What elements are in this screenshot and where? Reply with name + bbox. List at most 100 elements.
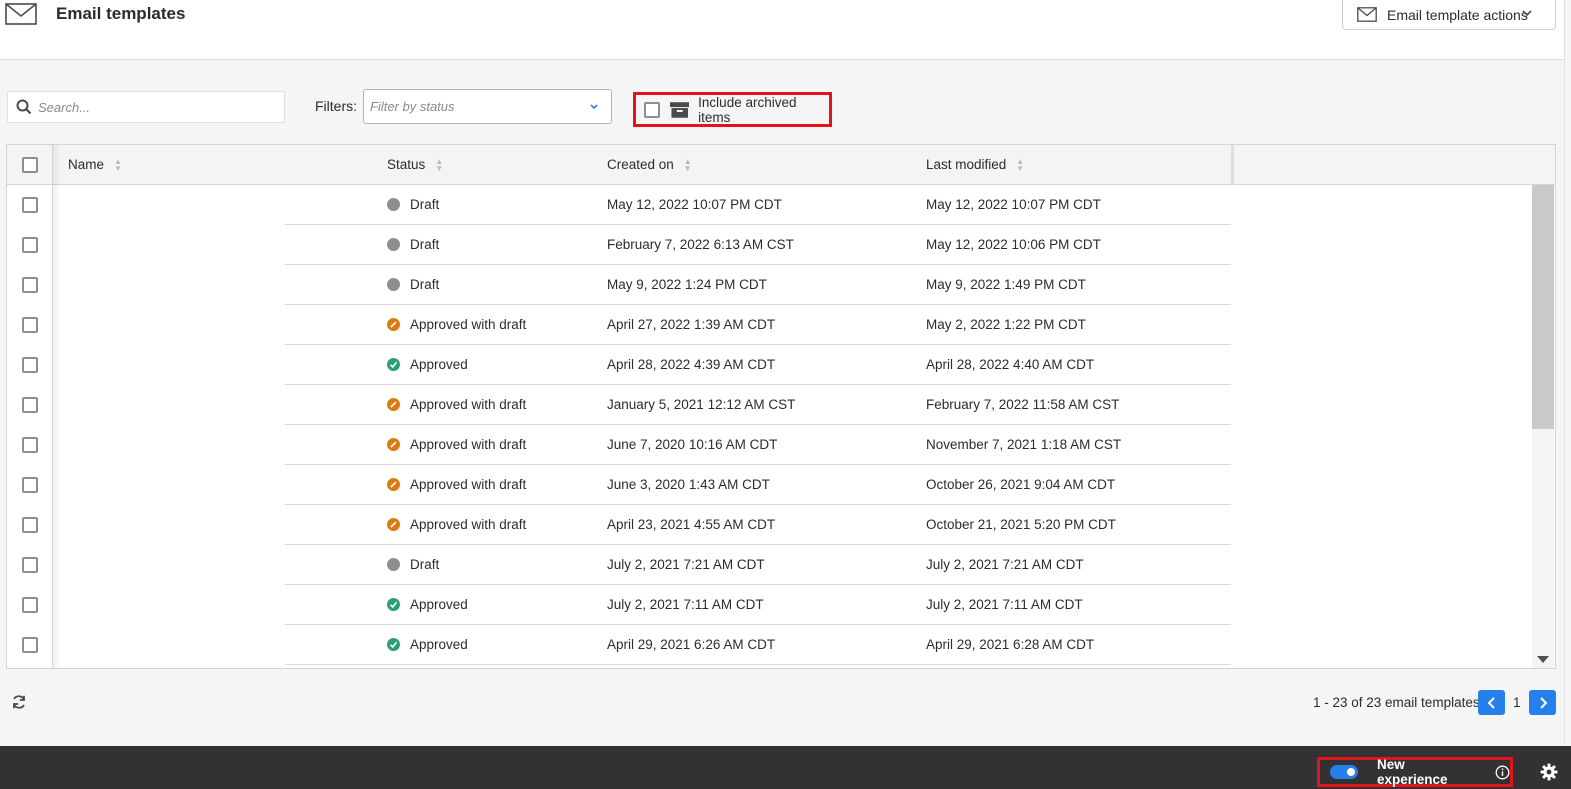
column-header-last-modified[interactable]: Last modified ▲ ▼ xyxy=(926,157,1024,172)
column-resize-handle[interactable] xyxy=(1231,145,1234,185)
column-header-created-on[interactable]: Created on ▲ ▼ xyxy=(607,157,692,172)
status-approved-check-icon xyxy=(387,358,400,371)
status-approved-with-draft-pencil-icon xyxy=(387,438,400,451)
page-title: Email templates xyxy=(56,4,186,23)
refresh-icon[interactable] xyxy=(11,694,27,710)
table-row[interactable]: Approved July 2, 2021 7:11 AM CDT July 2, … xyxy=(7,585,1532,625)
status-approved-with-draft-pencil-icon xyxy=(387,398,400,411)
status-draft-icon xyxy=(387,238,400,251)
status-cell: Draft xyxy=(387,277,439,292)
previous-page-button[interactable] xyxy=(1478,690,1505,715)
status-label: Approved xyxy=(410,357,468,372)
created-on-cell: April 23, 2021 4:55 AM CDT xyxy=(607,517,776,532)
created-on-cell: May 9, 2022 1:24 PM CDT xyxy=(607,277,767,292)
last-modified-cell: April 29, 2021 6:28 AM CDT xyxy=(926,637,1095,652)
table-row[interactable]: Approved with draft January 5, 2021 12:12… xyxy=(7,385,1532,425)
chevron-down-icon xyxy=(1522,10,1532,17)
archive-box-icon xyxy=(669,101,690,118)
table-row[interactable]: Draft May 9, 2022 1:24 PM CDT May 9, 2022 … xyxy=(7,265,1532,305)
created-on-cell: June 7, 2020 10:16 AM CDT xyxy=(607,437,778,452)
status-approved-with-draft-pencil-icon xyxy=(387,518,400,531)
search-icon xyxy=(16,99,32,115)
status-label: Approved xyxy=(410,597,468,612)
table-row[interactable]: Approved April 28, 2022 4:39 AM CDT April … xyxy=(7,345,1532,385)
gear-icon[interactable] xyxy=(1540,763,1558,781)
created-on-cell: May 12, 2022 10:07 PM CDT xyxy=(607,197,782,212)
scrollbar-thumb[interactable] xyxy=(1532,185,1554,429)
chevron-left-icon xyxy=(1487,696,1495,709)
email-templates-table: Name ▲ ▼ Status ▲ ▼ Created on ▲ ▼ Last mod… xyxy=(6,144,1556,669)
table-row[interactable]: Draft February 7, 2022 6:13 AM CST May 12,… xyxy=(7,225,1532,265)
envelope-icon xyxy=(5,3,37,25)
search-box[interactable] xyxy=(7,91,285,123)
chevron-down-icon xyxy=(590,104,598,110)
search-input[interactable] xyxy=(38,99,268,115)
status-label: Approved xyxy=(410,637,468,652)
column-header-name[interactable]: Name ▲ ▼ xyxy=(68,157,122,172)
table-row[interactable]: Approved with draft June 3, 2020 1:43 AM … xyxy=(7,465,1532,505)
sort-icon[interactable]: ▲ ▼ xyxy=(114,157,122,172)
table-row[interactable]: Approved with draft June 7, 2020 10:16 AM… xyxy=(7,425,1532,465)
last-modified-cell: October 21, 2021 5:20 PM CDT xyxy=(926,517,1116,532)
status-draft-icon xyxy=(387,558,400,571)
email-template-actions-button[interactable]: Email template actions xyxy=(1342,0,1556,30)
pagination-summary: 1 - 23 of 23 email templates xyxy=(1313,695,1480,710)
last-modified-cell: October 26, 2021 9:04 AM CDT xyxy=(926,477,1116,492)
last-modified-cell: February 7, 2022 11:58 AM CST xyxy=(926,397,1120,412)
last-modified-cell: May 9, 2022 1:49 PM CDT xyxy=(926,277,1086,292)
table-row[interactable]: Approved April 29, 2021 6:26 AM CDT April … xyxy=(7,625,1532,665)
next-page-button[interactable] xyxy=(1529,690,1556,715)
created-on-cell: April 27, 2022 1:39 AM CDT xyxy=(607,317,776,332)
status-approved-with-draft-pencil-icon xyxy=(387,318,400,331)
created-on-cell: January 5, 2021 12:12 AM CST xyxy=(607,397,796,412)
table-header: Name ▲ ▼ Status ▲ ▼ Created on ▲ ▼ Last mod… xyxy=(7,145,1555,185)
include-archived-toggle[interactable]: Include archived items xyxy=(633,92,832,127)
status-approved-check-icon xyxy=(387,598,400,611)
status-approved-check-icon xyxy=(387,638,400,651)
status-cell: Approved with draft xyxy=(387,437,526,452)
sort-icon[interactable]: ▲ ▼ xyxy=(435,157,443,172)
sort-icon[interactable]: ▲ ▼ xyxy=(684,157,692,172)
status-filter-placeholder: Filter by status xyxy=(370,99,455,114)
last-modified-cell: July 2, 2021 7:11 AM CDT xyxy=(926,597,1083,612)
status-draft-icon xyxy=(387,278,400,291)
status-label: Approved with draft xyxy=(410,477,527,492)
actions-button-label: Email template actions xyxy=(1387,6,1528,23)
last-modified-cell: May 2, 2022 1:22 PM CDT xyxy=(926,317,1086,332)
column-header-label: Name xyxy=(68,157,105,172)
status-approved-with-draft-pencil-icon xyxy=(387,478,400,491)
current-page-number: 1 xyxy=(1513,695,1521,710)
status-label: Draft xyxy=(410,197,440,212)
new-experience-control[interactable]: New experience xyxy=(1317,757,1513,787)
table-scrollbar[interactable] xyxy=(1532,185,1554,668)
status-filter-select[interactable]: Filter by status xyxy=(363,89,612,124)
created-on-cell: June 3, 2020 1:43 AM CDT xyxy=(607,477,770,492)
status-label: Approved with draft xyxy=(410,397,527,412)
table-row[interactable]: Draft May 12, 2022 10:07 PM CDT May 12, 20… xyxy=(7,185,1532,225)
new-experience-label: New experience xyxy=(1376,757,1448,787)
status-label: Approved with draft xyxy=(410,317,527,332)
status-cell: Draft xyxy=(387,197,439,212)
status-cell: Approved xyxy=(387,597,468,612)
column-header-label: Status xyxy=(387,157,426,172)
envelope-icon xyxy=(1357,7,1377,22)
table-row[interactable]: Approved with draft April 23, 2021 4:55 A… xyxy=(7,505,1532,545)
new-experience-toggle[interactable] xyxy=(1330,765,1358,779)
include-archived-checkbox[interactable] xyxy=(644,101,660,118)
info-icon[interactable] xyxy=(1495,765,1510,780)
status-label: Approved with draft xyxy=(410,437,527,452)
status-cell: Approved with draft xyxy=(387,317,526,332)
last-modified-cell: November 7, 2021 1:18 AM CST xyxy=(926,437,1122,452)
table-row[interactable]: Draft July 2, 2021 7:21 AM CDT July 2, 202… xyxy=(7,545,1532,585)
scroll-down-arrow-icon[interactable] xyxy=(1537,656,1549,663)
page-scrollbar[interactable] xyxy=(1564,0,1571,745)
last-modified-cell: May 12, 2022 10:07 PM CDT xyxy=(926,197,1101,212)
created-on-cell: April 28, 2022 4:39 AM CDT xyxy=(607,357,776,372)
table-row[interactable]: Approved with draft April 27, 2022 1:39 A… xyxy=(7,305,1532,345)
sort-icon[interactable]: ▲ ▼ xyxy=(1016,157,1024,172)
column-header-status[interactable]: Status ▲ ▼ xyxy=(387,157,443,172)
checkbox-column-shadow xyxy=(53,145,61,668)
last-modified-cell: April 28, 2022 4:40 AM CDT xyxy=(926,357,1095,372)
row-divider xyxy=(285,664,1231,665)
created-on-cell: February 7, 2022 6:13 AM CST xyxy=(607,237,794,252)
